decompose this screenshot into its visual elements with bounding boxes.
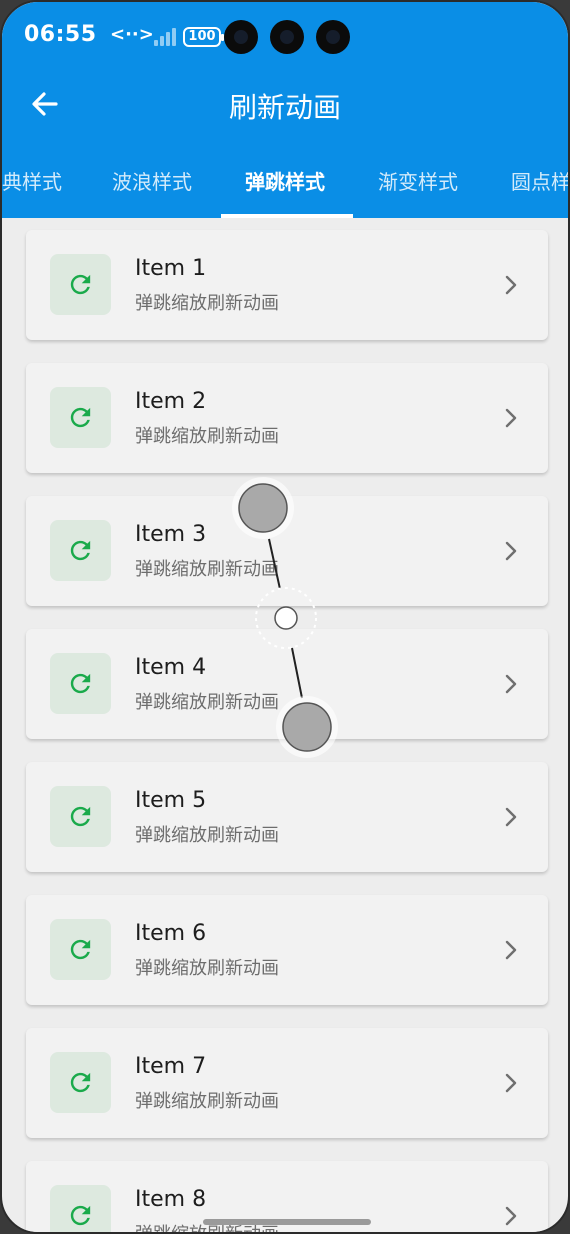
chevron-right-icon [505, 940, 517, 960]
refresh-icon [70, 806, 91, 827]
tab-bar: 典样式 波浪样式 弹跳样式 渐变样式 圆点样 [2, 152, 568, 218]
refresh-icon [70, 540, 91, 561]
tab-classic[interactable]: 典样式 [2, 166, 62, 195]
tab-dots[interactable]: 圆点样 [511, 166, 568, 195]
chevron-right-icon [505, 275, 517, 295]
refresh-icon-tile [50, 387, 111, 448]
item-title: Item 1 [135, 256, 207, 281]
item-subtitle: 弹跳缩放刷新动画 [135, 1091, 279, 1112]
tab-wave[interactable]: 波浪样式 [112, 166, 192, 195]
item-title: Item 2 [135, 389, 207, 414]
signal-icon [150, 26, 176, 46]
list-item[interactable]: Item 7 弹跳缩放刷新动画 [26, 1028, 548, 1138]
refresh-icon [70, 1072, 91, 1093]
list-item[interactable]: Item 2 弹跳缩放刷新动画 [26, 363, 548, 473]
home-indicator[interactable] [203, 1219, 371, 1225]
app-bar: 06:55 <··> 100 刷新动画 典样式 波浪样式 弹跳样式 渐变样式 圆… [2, 2, 568, 218]
chevron-right-icon [505, 1206, 517, 1226]
item-list[interactable]: Item 1 弹跳缩放刷新动画 Item 2 弹跳缩放刷新动画 Item 3 弹… [2, 218, 568, 1232]
list-item[interactable]: Item 6 弹跳缩放刷新动画 [26, 895, 548, 1005]
camera-icon [316, 20, 350, 54]
refresh-icon-tile [50, 1185, 111, 1232]
item-subtitle: 弹跳缩放刷新动画 [135, 293, 279, 314]
refresh-icon [70, 939, 91, 960]
item-title: Item 3 [135, 522, 207, 547]
camera-icon [224, 20, 258, 54]
item-title: Item 4 [135, 655, 207, 680]
item-subtitle: 弹跳缩放刷新动画 [135, 958, 279, 979]
refresh-icon-tile [50, 1052, 111, 1113]
battery-icon: 100 [183, 27, 224, 47]
item-title: Item 6 [135, 921, 207, 946]
chevron-right-icon [505, 408, 517, 428]
status-time: 06:55 [24, 22, 97, 47]
list-item[interactable]: Item 1 弹跳缩放刷新动画 [26, 230, 548, 340]
item-subtitle: 弹跳缩放刷新动画 [135, 825, 279, 846]
chevron-right-icon [505, 807, 517, 827]
camera-icon [270, 20, 304, 54]
refresh-icon [70, 1205, 91, 1226]
refresh-icon-tile [50, 653, 111, 714]
item-title: Item 7 [135, 1054, 207, 1079]
list-item[interactable]: Item 4 弹跳缩放刷新动画 [26, 629, 548, 739]
refresh-icon [70, 274, 91, 295]
refresh-icon [70, 673, 91, 694]
status-bar: 06:55 <··> 100 [2, 2, 568, 72]
phone-screen: 06:55 <··> 100 刷新动画 典样式 波浪样式 弹跳样式 渐变样式 圆… [0, 0, 570, 1234]
refresh-icon-tile [50, 254, 111, 315]
chevron-right-icon [505, 541, 517, 561]
chevron-right-icon [505, 1073, 517, 1093]
chevron-right-icon [505, 674, 517, 694]
refresh-icon [70, 407, 91, 428]
item-title: Item 5 [135, 788, 207, 813]
list-item[interactable]: Item 5 弹跳缩放刷新动画 [26, 762, 548, 872]
tab-bounce[interactable]: 弹跳样式 [245, 166, 325, 195]
item-title: Item 8 [135, 1187, 207, 1212]
tab-gradient[interactable]: 渐变样式 [378, 166, 458, 195]
refresh-icon-tile [50, 520, 111, 581]
page-title: 刷新动画 [228, 91, 341, 124]
item-subtitle: 弹跳缩放刷新动画 [135, 692, 279, 713]
refresh-icon-tile [50, 919, 111, 980]
item-subtitle: 弹跳缩放刷新动画 [135, 559, 279, 580]
list-item[interactable]: Item 3 弹跳缩放刷新动画 [26, 496, 548, 606]
refresh-icon-tile [50, 786, 111, 847]
network-activity-icon: <··> [110, 24, 154, 45]
item-subtitle: 弹跳缩放刷新动画 [135, 426, 279, 447]
